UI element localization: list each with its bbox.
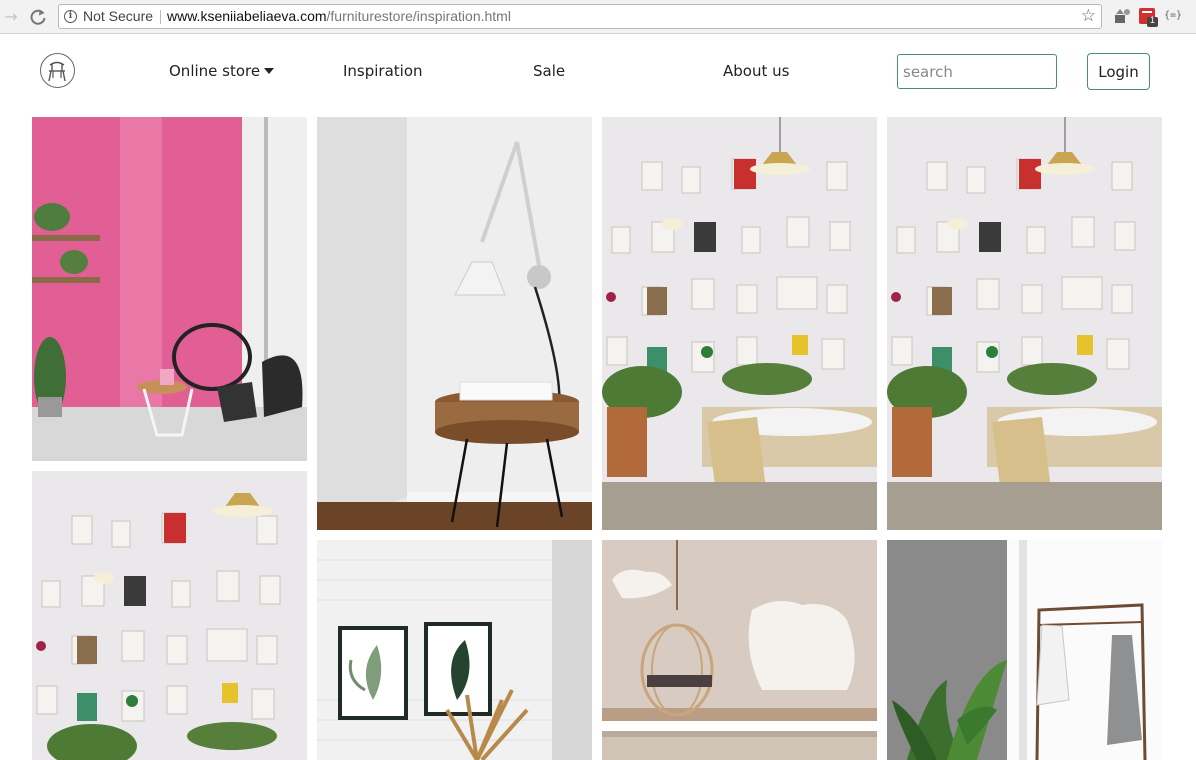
extension-badge-icon[interactable]: 1 — [1138, 6, 1158, 27]
caret-down-icon — [264, 68, 275, 74]
nav-online-store[interactable]: Online store — [169, 62, 275, 80]
back-arrow-icon[interactable]: → — [1, 7, 21, 27]
nav-inspiration[interactable]: Inspiration — [343, 62, 423, 80]
wall-lamp-stool-image[interactable] — [317, 117, 592, 530]
hanging-chair-image[interactable] — [602, 540, 877, 721]
interior-image[interactable] — [602, 731, 877, 760]
login-button[interactable]: Login — [1087, 53, 1150, 90]
address-bar[interactable]: i Not Secure www.kseniiabeliaeva.com/fur… — [58, 4, 1102, 29]
framed-leaf-prints-image[interactable] — [317, 540, 592, 760]
nav-about-us[interactable]: About us — [723, 62, 789, 80]
extension-badge-count: 1 — [1150, 15, 1156, 25]
divider — [160, 10, 161, 24]
url-text[interactable]: www.kseniiabeliaeva.com/furniturestore/i… — [167, 8, 511, 24]
search-input[interactable] — [897, 54, 1057, 89]
chair-logo-icon[interactable] — [40, 53, 75, 88]
security-label: Not Secure — [83, 8, 154, 24]
site-header: Online store Inspiration Sale About us L… — [0, 35, 1196, 115]
clothes-rack-plant-image[interactable] — [887, 540, 1162, 760]
nav-sale[interactable]: Sale — [533, 62, 565, 80]
bookmark-star-icon[interactable]: ☆ — [1081, 6, 1096, 26]
extension-puzzle-icon[interactable] — [1112, 6, 1132, 26]
magazine-wall-cafe-image[interactable] — [602, 117, 877, 530]
magazine-wall-cafe-image[interactable] — [887, 117, 1162, 530]
reload-icon[interactable] — [28, 7, 48, 27]
magazine-wall-cafe-image[interactable] — [32, 471, 307, 760]
browser-toolbar: → i Not Secure www.kseniiabeliaeva.com/f… — [0, 0, 1196, 34]
info-icon[interactable]: i — [64, 10, 77, 23]
nav-online-store-label: Online store — [169, 62, 261, 80]
pink-wall-room-image[interactable] — [32, 117, 307, 461]
extension-json-icon[interactable]: {=} — [1164, 6, 1184, 26]
